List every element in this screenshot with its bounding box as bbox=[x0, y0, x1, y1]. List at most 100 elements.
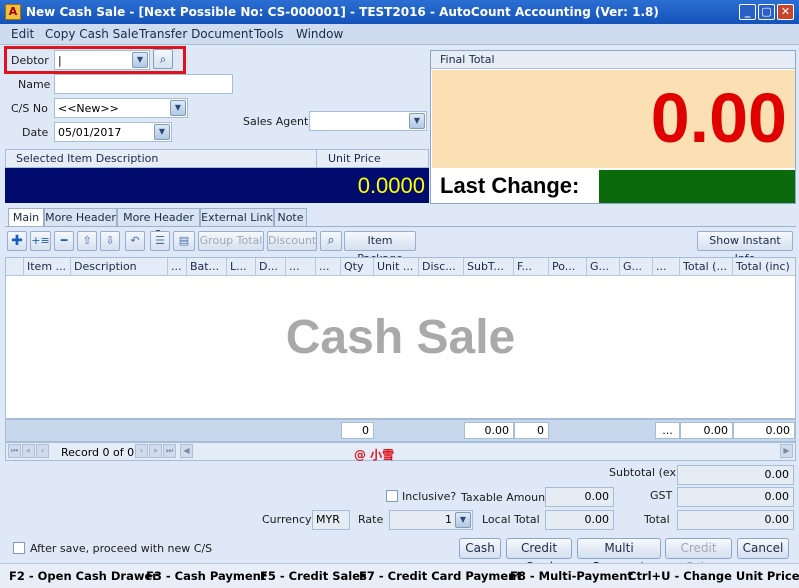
chevron-down-icon[interactable]: ▼ bbox=[154, 124, 170, 140]
group-button[interactable]: ▤ bbox=[173, 231, 195, 251]
undo-button[interactable]: ↶ bbox=[125, 231, 145, 251]
column-total-inc[interactable]: Total (inc) bbox=[733, 258, 795, 276]
insert-row-icon: +≡ bbox=[31, 234, 50, 247]
column-subtotal[interactable]: SubT... bbox=[464, 258, 514, 276]
column-qty[interactable]: Qty bbox=[341, 258, 374, 276]
next-page-button[interactable]: » bbox=[149, 444, 162, 458]
insert-row-button[interactable]: +≡ bbox=[30, 231, 51, 251]
summary-f: 0 bbox=[514, 422, 549, 439]
debtor-dropdown[interactable]: | ▼ bbox=[54, 50, 150, 70]
discount-button[interactable]: Discount bbox=[267, 231, 317, 251]
item-search-button[interactable]: ⌕ bbox=[320, 231, 342, 251]
multi-payment-button[interactable]: Multi Payment bbox=[577, 538, 661, 574]
next-record-button[interactable]: › bbox=[135, 444, 148, 458]
column-d[interactable]: D... bbox=[256, 258, 286, 276]
unit-price-display: 0.0000 bbox=[317, 168, 429, 203]
menu-transfer-document[interactable]: Transfer Document bbox=[139, 27, 253, 41]
subtotal-value: 0.00 bbox=[677, 465, 794, 485]
tab-external-link[interactable]: External Link bbox=[200, 208, 274, 227]
cancel-button[interactable]: Cancel bbox=[737, 538, 789, 559]
name-input[interactable] bbox=[54, 74, 233, 94]
move-down-button[interactable]: ⇩ bbox=[100, 231, 120, 251]
group-total-button[interactable]: Group Total bbox=[198, 231, 264, 251]
last-change-value bbox=[599, 170, 795, 203]
author-watermark: @ 小雪 bbox=[354, 448, 395, 462]
chevron-down-icon[interactable]: ▼ bbox=[409, 113, 425, 129]
show-instant-info-button[interactable]: Show Instant Info bbox=[697, 231, 793, 265]
after-save-checkbox[interactable] bbox=[13, 542, 25, 554]
column-po[interactable]: Po... bbox=[549, 258, 587, 276]
item-package-button[interactable]: Item Package bbox=[344, 231, 416, 265]
column-desc-more[interactable]: ... bbox=[168, 258, 187, 276]
tab-more-header[interactable]: More Header bbox=[44, 208, 117, 227]
menu-edit[interactable]: Edit bbox=[11, 27, 34, 41]
debtor-search-button[interactable]: ⌕ bbox=[153, 49, 173, 69]
subtotal-button[interactable]: ☰ bbox=[150, 231, 170, 251]
debtor-label: Debtor bbox=[11, 54, 49, 67]
menu-copy-cash-sale[interactable]: Copy Cash Sale bbox=[45, 27, 138, 41]
taxable-amount-label: Taxable Amount bbox=[461, 491, 550, 504]
rate-spinner[interactable]: 1 ▼ bbox=[389, 510, 473, 530]
maximize-button[interactable]: ▢ bbox=[758, 4, 775, 20]
column-gst-1[interactable]: G... bbox=[587, 258, 620, 276]
tab-more-header-2[interactable]: More Header 2 bbox=[117, 208, 200, 241]
window-title: New Cash Sale - [Next Possible No: CS-00… bbox=[26, 5, 659, 19]
final-total-panel: Final Total 0.00 Last Change: bbox=[430, 50, 796, 204]
credit-card-button[interactable]: Credit Card bbox=[506, 538, 572, 574]
column-f[interactable]: F... bbox=[514, 258, 549, 276]
column-discount[interactable]: Disc... bbox=[419, 258, 464, 276]
last-record-button[interactable]: ⏭ bbox=[163, 444, 176, 458]
chevron-down-icon[interactable]: ▼ bbox=[170, 100, 186, 116]
close-button[interactable]: ✕ bbox=[777, 4, 794, 20]
credit-sale-button[interactable]: Credit Sale bbox=[665, 538, 732, 574]
column-gst-2[interactable]: G... bbox=[620, 258, 653, 276]
last-change-label: Last Change: bbox=[432, 169, 598, 203]
menu-window[interactable]: Window bbox=[296, 27, 343, 41]
shortcut-cash-payment: F3 - Cash Payment bbox=[146, 569, 267, 583]
sales-agent-dropdown[interactable]: ▼ bbox=[309, 111, 427, 131]
shortcut-change-unit-price: Ctrl+U - Change Unit Price bbox=[628, 569, 799, 583]
prev-page-button[interactable]: « bbox=[22, 444, 35, 458]
csno-dropdown[interactable]: <<New>> ▼ bbox=[54, 98, 188, 118]
title-bar: A New Cash Sale - [Next Possible No: CS-… bbox=[0, 0, 799, 24]
inclusive-label: Inclusive? bbox=[402, 490, 457, 503]
gst-label: GST bbox=[650, 489, 673, 502]
chevron-down-icon[interactable]: ▼ bbox=[132, 52, 148, 68]
minimize-button[interactable]: _ bbox=[739, 4, 756, 20]
column-extra-3[interactable]: ... bbox=[653, 258, 680, 276]
add-row-button[interactable]: ✚ bbox=[7, 231, 27, 251]
column-batch[interactable]: Bat... bbox=[187, 258, 227, 276]
local-total-label: Local Total bbox=[482, 513, 540, 526]
scroll-right-button[interactable]: ▶ bbox=[780, 444, 793, 458]
column-item-code[interactable]: Item ... bbox=[24, 258, 71, 276]
chevron-down-icon[interactable]: ▼ bbox=[455, 512, 471, 528]
tab-main[interactable]: Main bbox=[8, 208, 44, 227]
minus-icon: ━ bbox=[60, 234, 68, 247]
taxable-amount-value: 0.00 bbox=[545, 487, 614, 507]
rate-label: Rate bbox=[358, 513, 384, 526]
column-description[interactable]: Description bbox=[71, 258, 168, 276]
menu-tools[interactable]: Tools bbox=[254, 27, 284, 41]
csno-label: C/S No bbox=[11, 102, 48, 115]
cash-button[interactable]: Cash bbox=[459, 538, 501, 559]
shortcut-open-cash-drawer: F2 - Open Cash Drawer bbox=[9, 569, 158, 583]
prev-record-button[interactable]: ‹ bbox=[36, 444, 49, 458]
inclusive-checkbox[interactable] bbox=[386, 490, 398, 502]
move-up-button[interactable]: ⇧ bbox=[77, 231, 97, 251]
summary-subtotal: 0.00 bbox=[464, 422, 514, 439]
column-extra-1[interactable]: ... bbox=[286, 258, 316, 276]
rate-value: 1 bbox=[445, 513, 452, 526]
tab-note[interactable]: Note bbox=[274, 208, 307, 227]
column-extra-2[interactable]: ... bbox=[316, 258, 341, 276]
grid-watermark: Cash Sale bbox=[285, 311, 516, 364]
scroll-left-button[interactable]: ◀ bbox=[180, 444, 193, 458]
column-total-ex[interactable]: Total (... bbox=[680, 258, 733, 276]
date-value: 05/01/2017 bbox=[58, 126, 122, 139]
column-location[interactable]: L... bbox=[227, 258, 256, 276]
column-unit-price[interactable]: Unit ... bbox=[374, 258, 419, 276]
date-picker[interactable]: 05/01/2017 ▼ bbox=[54, 122, 172, 142]
shortcut-credit-card-payment: F7 - Credit Card Payment bbox=[359, 569, 522, 583]
shortcut-credit-sales: F5 - Credit Sales bbox=[260, 569, 367, 583]
delete-row-button[interactable]: ━ bbox=[54, 231, 74, 251]
first-record-button[interactable]: ⏮ bbox=[8, 444, 21, 458]
